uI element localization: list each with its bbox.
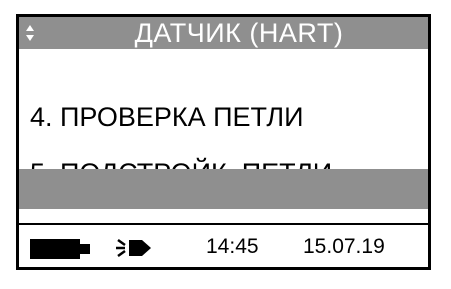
status-bar: 14:45 15.07.19 <box>19 225 428 267</box>
lcd-screen: ДАТЧИК (HART) 4. ПРОВЕРКА ПЕТЛИ 5. ПОДСТ… <box>16 14 431 270</box>
battery-icon <box>30 239 90 259</box>
screen-title: ДАТЧИК (HART) <box>134 18 344 48</box>
title-bar: ДАТЧИК (HART) <box>19 17 428 49</box>
menu-item-loop-trim[interactable]: 5. ПОДСТРОЙК. ПЕТЛИ <box>19 113 428 188</box>
menu-item-loop-test[interactable]: 4. ПРОВЕРКА ПЕТЛИ <box>19 57 428 132</box>
clock-time: 14:45 <box>206 235 259 258</box>
connection-icon <box>116 238 151 258</box>
up-down-arrows-icon[interactable] <box>25 23 35 43</box>
clock-date: 15.07.19 <box>303 235 385 258</box>
menu-item-retries[interactable]: 6. ПОВТОРЫ: НЕТ <box>19 169 428 244</box>
